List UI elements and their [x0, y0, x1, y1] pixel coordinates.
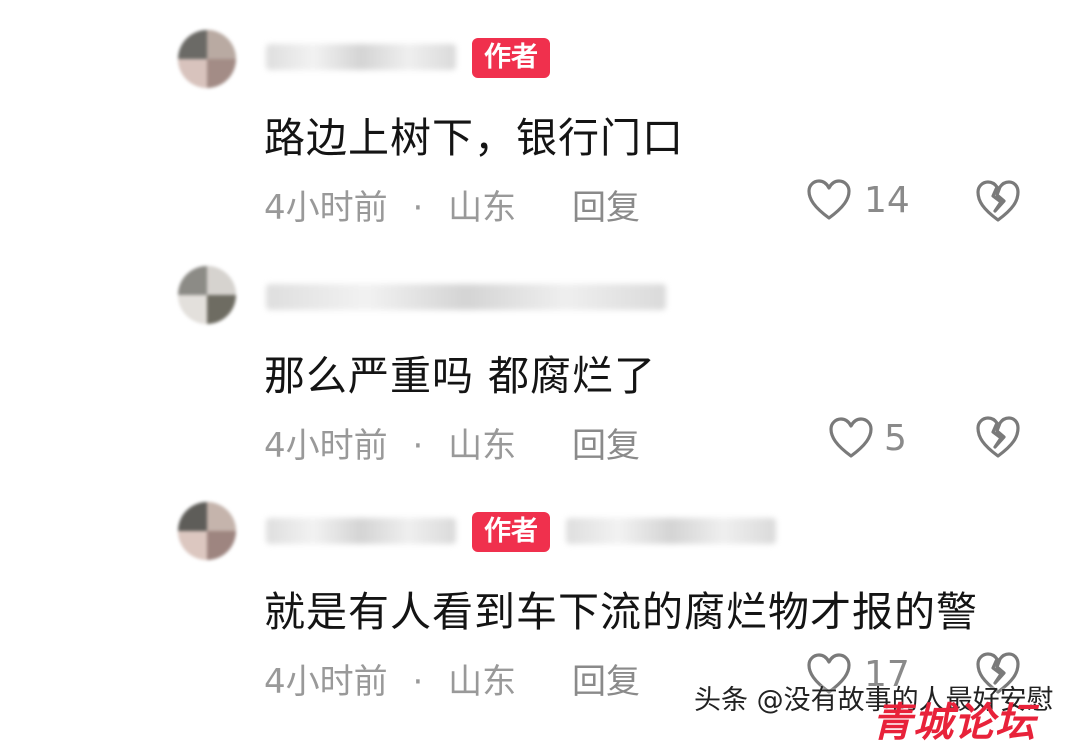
avatar[interactable] [178, 266, 236, 324]
author-badge: 作者 [472, 512, 550, 552]
comment-location: 山东 [448, 188, 517, 228]
comment-location: 山东 [448, 426, 517, 466]
meta-separator: · [412, 426, 424, 466]
broken-heart-icon[interactable] [974, 178, 1022, 224]
comment-text: 路边上树下，银行门口 [264, 114, 684, 162]
avatar[interactable] [178, 30, 236, 88]
reply-button[interactable]: 回复 [572, 654, 640, 703]
meta-separator: · [412, 188, 424, 228]
username-blurred[interactable] [266, 44, 456, 70]
comment-meta: 4小时前 · 山东 [264, 180, 516, 229]
comment-meta: 4小时前 · 山东 [264, 418, 516, 467]
comment-text: 就是有人看到车下流的腐烂物才报的警 [264, 588, 978, 636]
reply-button[interactable]: 回复 [572, 418, 640, 467]
heart-outline-icon[interactable] [828, 416, 874, 460]
comment-text: 那么严重吗 都腐烂了 [264, 352, 657, 400]
heart-outline-icon[interactable] [806, 178, 852, 222]
comment-location: 山东 [448, 662, 517, 702]
reply-target-blurred [566, 518, 776, 544]
comment-meta: 4小时前 · 山东 [264, 654, 516, 703]
username-blurred[interactable] [266, 284, 666, 310]
site-logo-watermark: 青城论坛 [872, 700, 1036, 746]
avatar[interactable] [178, 502, 236, 560]
like-count: 5 [884, 418, 907, 459]
broken-heart-icon[interactable] [974, 414, 1022, 460]
reply-button[interactable]: 回复 [572, 180, 640, 229]
like-count: 14 [864, 180, 910, 221]
comment-time: 4小时前 [264, 188, 388, 228]
comment-time: 4小时前 [264, 426, 388, 466]
author-badge: 作者 [472, 38, 550, 78]
meta-separator: · [412, 662, 424, 702]
username-blurred[interactable] [266, 518, 456, 544]
comment-time: 4小时前 [264, 662, 388, 702]
